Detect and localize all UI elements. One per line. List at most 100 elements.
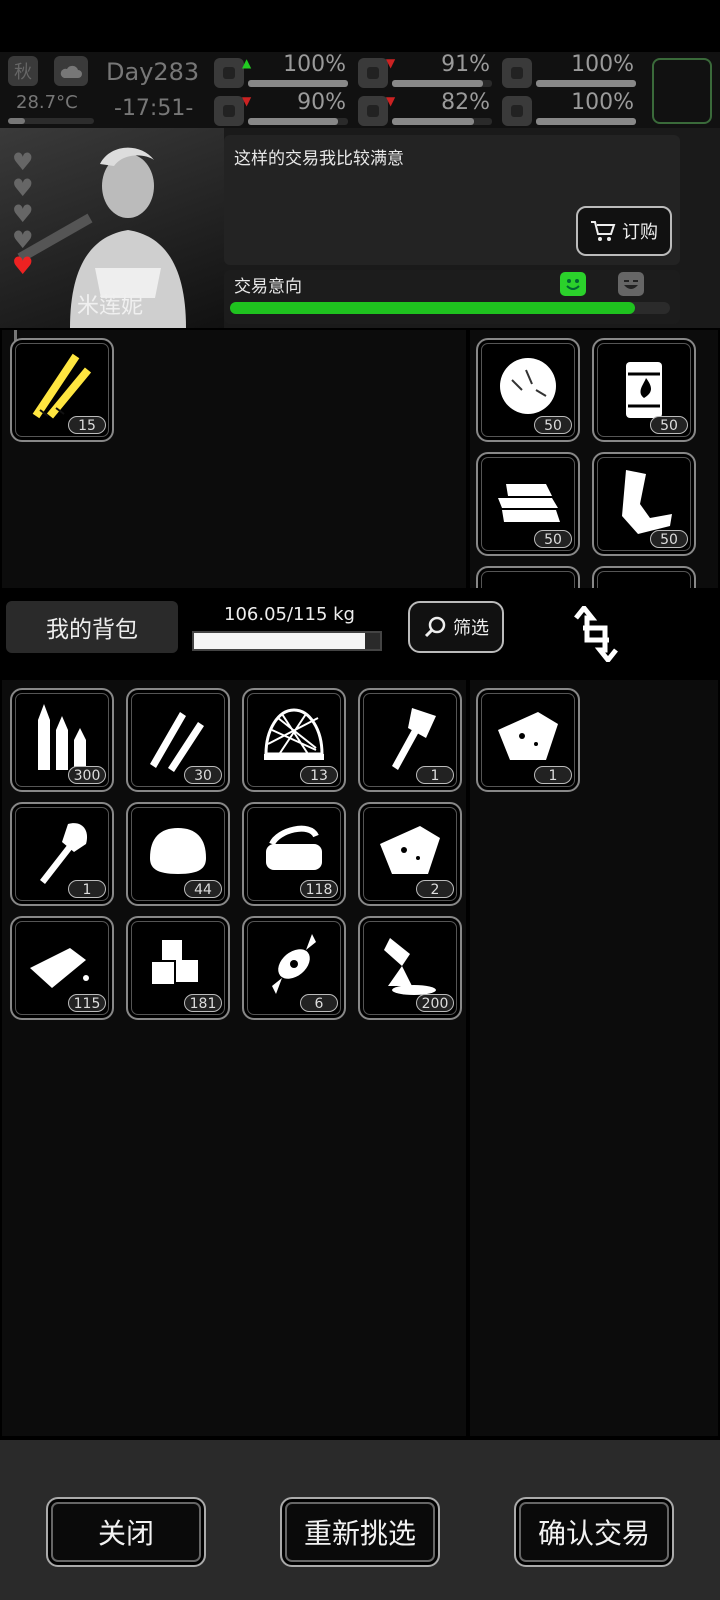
item-count: 300 <box>68 766 106 784</box>
item-count: 1 <box>416 766 454 784</box>
cloud-icon <box>54 56 88 86</box>
item-count: 1 <box>68 880 106 898</box>
trend-up-icon: ▲ <box>242 56 252 70</box>
item-slot[interactable]: 300 <box>10 688 114 792</box>
cheese-icon <box>380 826 440 874</box>
item-slot[interactable] <box>476 566 580 588</box>
order-label: 订购 <box>622 222 658 243</box>
item-slot[interactable]: 1 <box>476 688 580 792</box>
rifle-rounds-icon <box>150 712 204 772</box>
item-count: 50 <box>534 416 572 434</box>
item-count: 200 <box>416 994 454 1012</box>
equipment-slot[interactable] <box>652 58 712 124</box>
stat-bar <box>392 80 492 87</box>
close-button[interactable]: 关闭 <box>46 1497 206 1567</box>
intent-bar <box>230 302 670 314</box>
backpack-weight: 106.05/115 kg <box>224 604 355 625</box>
stat-value: 91% <box>441 52 490 77</box>
status-stat: ▼ 90% <box>214 90 354 128</box>
item-slot[interactable]: 50 <box>476 338 580 442</box>
item-slot[interactable]: 181 <box>126 916 230 1020</box>
item-slot[interactable]: 50 <box>592 452 696 556</box>
heart-icon: ♥ <box>12 148 34 176</box>
shovel-icon <box>40 823 88 884</box>
burning-barrel-icon <box>626 362 662 418</box>
confirm-trade-button[interactable]: 确认交易 <box>514 1497 674 1567</box>
trend-down-icon: ▼ <box>386 56 396 70</box>
filter-button[interactable]: 筛选 <box>408 601 504 653</box>
status-bar: 秋 28.7°C Day283 -17:51- ▲ 100% ▼ 91% 100% ▼ 90… <box>0 52 720 128</box>
item-slot[interactable]: 1 <box>358 688 462 792</box>
swap-icon[interactable] <box>570 603 622 665</box>
trader-offer-panel: 15 <box>2 330 466 588</box>
happy-face-icon <box>560 272 586 296</box>
net-icon <box>264 708 324 760</box>
candy-icon <box>272 934 316 994</box>
cloth-stack-icon <box>498 484 560 522</box>
item-slot[interactable]: 50 <box>476 452 580 556</box>
item-count: 30 <box>184 766 222 784</box>
item-slot[interactable]: 6 <box>242 916 346 1020</box>
cheese-icon <box>498 712 558 760</box>
stat-bar <box>536 118 636 125</box>
stat-value: 90% <box>297 90 346 115</box>
intent-label: 交易意向 <box>234 277 302 297</box>
item-slot[interactable] <box>592 566 696 588</box>
reselect-button[interactable]: 重新挑选 <box>280 1497 440 1567</box>
item-count: 2 <box>416 880 454 898</box>
day-counter: Day283 <box>106 58 200 86</box>
item-count: 50 <box>534 530 572 548</box>
item-slot[interactable]: 1 <box>10 802 114 906</box>
stomach-icon <box>358 58 388 88</box>
item-slot[interactable]: 118 <box>242 802 346 906</box>
bread-icon <box>150 828 206 874</box>
canned-food-icon <box>266 825 322 870</box>
item-slot[interactable]: 13 <box>242 688 346 792</box>
soap-bar-icon <box>30 948 89 988</box>
item-slot[interactable]: 15 <box>10 338 114 442</box>
item-slot[interactable]: 30 <box>126 688 230 792</box>
stat-value: 100% <box>283 52 346 77</box>
leg-icon <box>214 96 244 126</box>
laughing-face-icon <box>618 272 644 296</box>
item-slot[interactable]: 200 <box>358 916 462 1020</box>
item-count: 118 <box>300 880 338 898</box>
trader-inventory-panel[interactable]: 50 50 50 50 <box>470 330 718 588</box>
item-slot[interactable]: 115 <box>10 916 114 1020</box>
item-slot[interactable]: 50 <box>592 338 696 442</box>
trade-intent-panel: 交易意向 <box>224 270 680 324</box>
heart-icon: ♥ <box>12 200 34 228</box>
item-count: 13 <box>300 766 338 784</box>
glue-tube-icon <box>384 938 436 995</box>
my-offer-panel[interactable]: 1 <box>470 680 718 1436</box>
item-count: 50 <box>650 530 688 548</box>
axe-icon <box>392 708 436 770</box>
status-stat: ▼ 91% <box>358 52 498 90</box>
order-button[interactable]: 订购 <box>576 206 672 256</box>
item-slot[interactable]: 2 <box>358 802 462 906</box>
item-count: 115 <box>68 994 106 1012</box>
rods-icon <box>32 353 92 419</box>
temperature: 28.7°C <box>16 92 78 113</box>
stat-value: 82% <box>441 90 490 115</box>
backpack-title: 我的背包 <box>6 601 178 653</box>
temperature-bar <box>8 118 94 124</box>
magnifier-icon <box>424 616 446 638</box>
sugar-cubes-icon <box>152 940 198 984</box>
status-stat: ▼ 82% <box>358 90 498 128</box>
filter-label: 筛选 <box>453 618 489 639</box>
my-items-panel[interactable]: 300 30 13 1 1 44 118 2 115 181 6 200 <box>2 680 466 1436</box>
heart-icon: ♥ <box>12 174 34 202</box>
stat-bar <box>248 118 348 125</box>
item-slot[interactable]: 44 <box>126 802 230 906</box>
stat-bar <box>248 80 348 87</box>
status-stat: 100% <box>502 52 642 90</box>
fur-ball-icon <box>500 358 556 414</box>
status-stat: 100% <box>502 90 642 128</box>
bullets-icon <box>38 704 86 770</box>
stat-value: 100% <box>571 52 634 77</box>
trader-name: 米莲妮 <box>76 294 143 319</box>
season-badge: 秋 <box>8 56 38 86</box>
energy-icon <box>502 58 532 88</box>
stat-bar <box>536 80 636 87</box>
